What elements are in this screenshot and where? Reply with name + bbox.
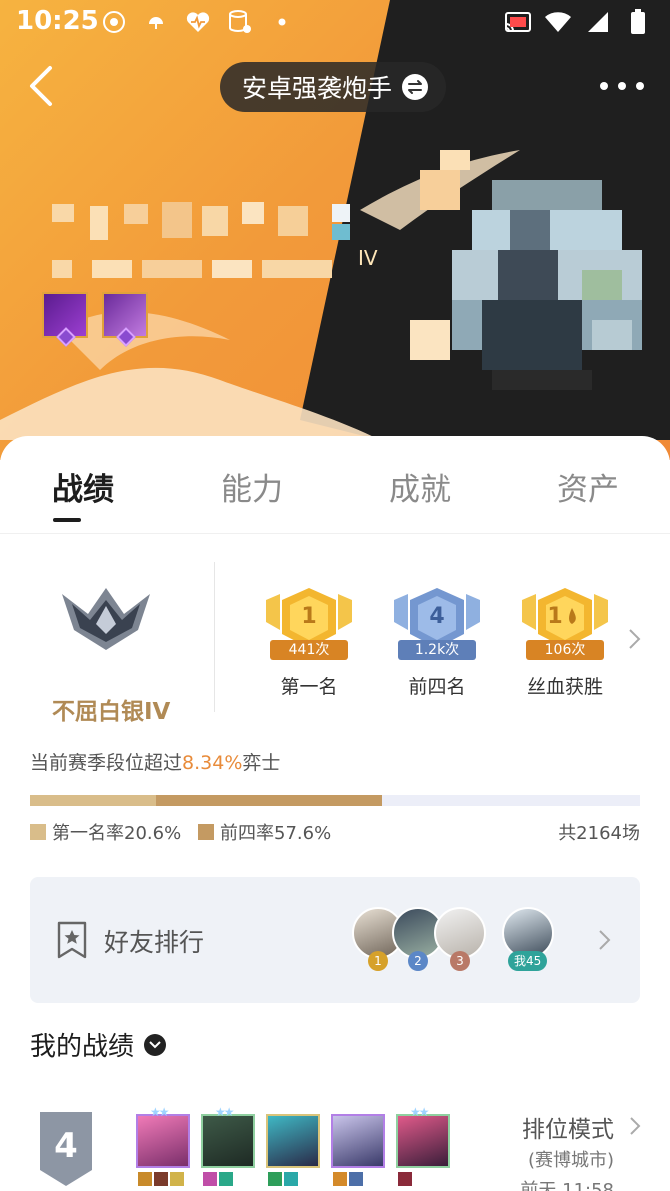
- divider: [214, 562, 215, 712]
- active-tab-indicator: [53, 518, 81, 522]
- champion-portrait[interactable]: ★★: [396, 1105, 450, 1186]
- battery-icon: [624, 8, 652, 36]
- cast-icon: [504, 8, 532, 36]
- total-games: 共2164场: [558, 823, 640, 844]
- emblem-row: [42, 292, 148, 347]
- more-dot: [636, 82, 644, 90]
- wifi-icon: [544, 8, 572, 36]
- bookmark-star-icon: [57, 921, 87, 959]
- weather-icon: [142, 8, 170, 36]
- chevron-left-icon: [30, 66, 52, 106]
- account-switcher[interactable]: 安卓强袭炮手: [220, 62, 447, 112]
- legend-first-rate: 第一名率20.6%: [30, 819, 181, 845]
- database-icon: [226, 8, 254, 36]
- medal-top4[interactable]: 4 1.2k次 前四名: [392, 586, 482, 698]
- first-rate-fill: [30, 795, 156, 806]
- game-icon: [100, 8, 128, 36]
- medal-label: 丝血获胜: [526, 676, 603, 698]
- match-mode-label: 排位模式: [522, 1117, 614, 1143]
- chevron-down-icon: [144, 1033, 167, 1056]
- tab-assets[interactable]: 资产: [557, 464, 619, 509]
- nickname-mosaic: [52, 200, 352, 280]
- placement-rate-bar: [30, 795, 640, 806]
- placement-badge: 4: [40, 1112, 92, 1186]
- back-button[interactable]: [22, 62, 62, 110]
- status-time: 10:25: [16, 6, 99, 36]
- gold-emblem-icon[interactable]: [102, 292, 148, 347]
- signal-icon: [584, 8, 612, 36]
- section-title: 我的战绩: [30, 1032, 135, 1062]
- tab-record[interactable]: 战绩: [52, 464, 114, 509]
- banner-mosaic: [410, 150, 490, 370]
- medals-more-chevron-icon[interactable]: [626, 628, 642, 650]
- season-prefix: 当前赛季段位超过: [30, 752, 183, 774]
- more-button[interactable]: [600, 74, 644, 98]
- season-suffix: 弈士: [242, 752, 281, 774]
- medal-first[interactable]: 1 441次 第一名: [264, 586, 354, 698]
- purple-emblem-icon[interactable]: [42, 292, 88, 347]
- friend-ranking-card[interactable]: 好友排行 1 2 3 我45: [30, 877, 640, 1003]
- legend-swatch: [30, 824, 46, 840]
- medal-label: 前四名: [408, 676, 466, 698]
- champion-portrait[interactable]: [331, 1114, 385, 1186]
- swap-icon: [402, 74, 429, 100]
- season-percent: 8.34%: [182, 752, 243, 774]
- health-icon: [184, 8, 212, 36]
- champion-portrait[interactable]: ★★: [201, 1105, 255, 1186]
- rank-name: 不屈白银IV: [52, 699, 171, 725]
- medal-number: 1: [547, 604, 563, 629]
- rank-suffix: IV: [358, 246, 378, 270]
- friend-rank-badge: 1: [368, 951, 388, 971]
- champion-portrait[interactable]: ★★: [136, 1105, 190, 1186]
- friend-rank-badge: 3: [450, 951, 470, 971]
- match-mode[interactable]: 排位模式: [522, 1110, 614, 1144]
- chevron-right-icon: [599, 930, 611, 950]
- friend-rank-badge: 2: [408, 951, 428, 971]
- profile-hero: IV 10:25 安卓强袭炮手: [0, 0, 670, 460]
- star-level-icon: ★★: [150, 1105, 169, 1119]
- tab-achievement[interactable]: 成就: [389, 464, 451, 509]
- match-map: (赛博城市): [527, 1150, 614, 1171]
- tab-ability[interactable]: 能力: [221, 464, 283, 509]
- friend-ranking-title: 好友排行: [104, 928, 205, 957]
- top4-rate-fill: [156, 795, 382, 806]
- rank-tier[interactable]: 不屈白银IV: [30, 570, 210, 730]
- account-title: 安卓强袭炮手: [242, 74, 393, 103]
- champion-portrait[interactable]: [266, 1114, 320, 1186]
- placement-number: 4: [54, 1126, 78, 1166]
- more-dot: [600, 82, 608, 90]
- silver-rank-icon: [62, 588, 150, 650]
- more-dot: [618, 82, 626, 90]
- legend-top4-rate: 前四率57.6%: [198, 819, 331, 845]
- season-percentile: 当前赛季段位超过8.34%弈士: [30, 748, 280, 775]
- dot-icon: [268, 8, 296, 36]
- star-level-icon: ★★: [215, 1105, 234, 1119]
- first-rate-label: 第一名率20.6%: [52, 823, 182, 844]
- medal-number: 4: [429, 604, 445, 629]
- status-bar: 10:25: [0, 0, 670, 46]
- medal-label: 第一名: [280, 676, 338, 698]
- medal-count: 106次: [526, 640, 604, 660]
- match-detail-chevron-icon[interactable]: [628, 1116, 642, 1136]
- medal-number: 1: [301, 604, 317, 629]
- star-level-icon: ★★: [410, 1105, 429, 1119]
- my-rank-badge: 我45: [508, 951, 548, 971]
- medal-count: 1.2k次: [398, 640, 476, 660]
- my-matches-filter[interactable]: 我的战绩: [30, 1026, 167, 1063]
- top4-rate-label: 前四率57.6%: [220, 823, 332, 844]
- legend-swatch: [198, 824, 214, 840]
- medal-count: 441次: [270, 640, 348, 660]
- medal-clutch-win[interactable]: 1 106次 丝血获胜: [520, 586, 610, 698]
- match-time: 前天 11:58: [520, 1180, 614, 1191]
- tab-bar: 战绩 能力 成就 资产: [0, 436, 670, 534]
